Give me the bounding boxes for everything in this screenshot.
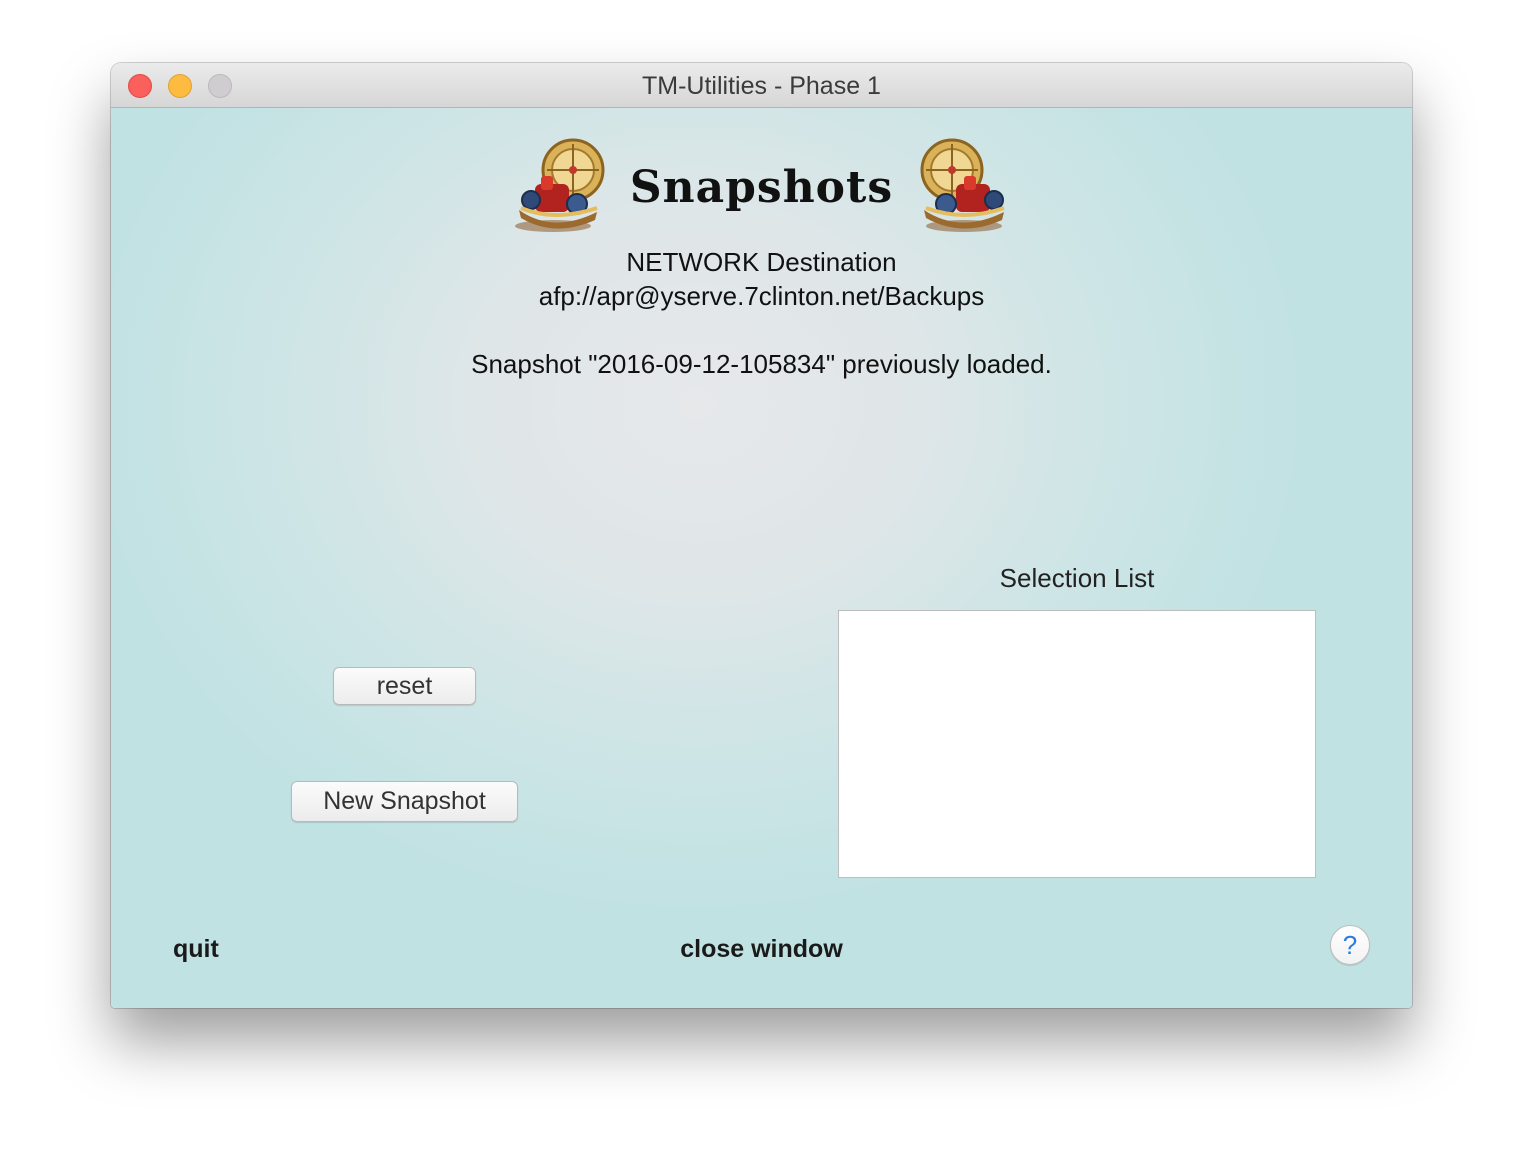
destination-url: afp://apr@yserve.7clinton.net/Backups xyxy=(538,281,985,311)
new-snapshot-button[interactable]: New Snapshot xyxy=(291,781,518,822)
help-icon[interactable]: ? xyxy=(1330,925,1370,965)
time-machine-icon xyxy=(920,138,1005,232)
selection-list-label: Selection List xyxy=(999,563,1155,593)
reset-button[interactable]: reset xyxy=(333,667,476,705)
title-bar[interactable]: TM-Utilities - Phase 1 xyxy=(111,63,1412,108)
window-title: TM-Utilities - Phase 1 xyxy=(642,72,881,100)
page-title: Snapshots xyxy=(629,162,894,213)
destination-type: NETWORK Destination xyxy=(626,247,897,277)
app-window: TM-Utilities - Phase 1 Snapshots NETWORK… xyxy=(111,63,1412,1008)
close-window-button[interactable]: close window xyxy=(111,935,1412,964)
main-content: Snapshots NETWORK Destination afp://apr@… xyxy=(111,108,1412,1008)
status-message: Snapshot "2016-09-12-105834" previously … xyxy=(471,349,1052,379)
selection-list[interactable] xyxy=(838,610,1316,878)
